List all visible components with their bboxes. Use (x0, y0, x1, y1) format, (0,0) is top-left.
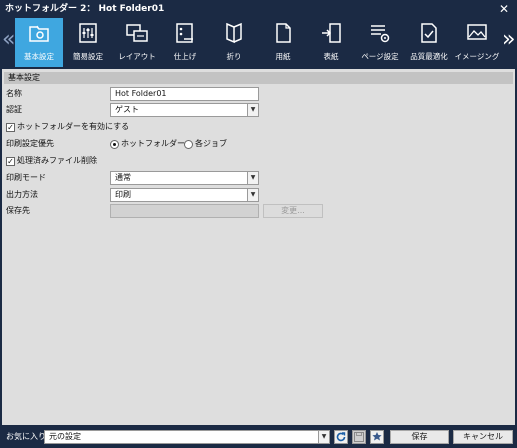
destination-field[interactable] (110, 204, 259, 218)
cover-icon (322, 23, 341, 43)
chevron-down-icon: ▼ (318, 431, 329, 443)
tab-page-settings[interactable]: ページ設定 (356, 18, 404, 67)
priority-job-label: 各ジョブ (195, 139, 227, 148)
auth-select-value: ゲスト (115, 105, 139, 114)
floppy-disk-icon (354, 432, 364, 442)
favorites-label: お気に入り (6, 432, 46, 441)
print-mode-label: 印刷モード (6, 173, 46, 182)
tab-label: 表紙 (323, 52, 339, 61)
settings-panel: 基本設定 名称 Hot Folder01 認証 ゲスト ▼ ✓ ホットフォルダー… (2, 69, 515, 425)
tab-label: 折り (226, 52, 242, 61)
chevron-down-icon: ▼ (247, 172, 258, 184)
section-title: 基本設定 (4, 72, 513, 84)
cancel-button[interactable]: キャンセル (453, 430, 513, 444)
refresh-icon (336, 432, 346, 442)
scroll-left-icon[interactable]: « (2, 26, 15, 56)
delete-processed-label: 処理済みファイル削除 (17, 156, 97, 165)
paper-icon (276, 23, 291, 43)
page-settings-icon (371, 25, 390, 43)
change-button[interactable]: 変更... (263, 204, 323, 218)
tab-label: ページ設定 (361, 52, 399, 61)
save-button[interactable]: 保存 (390, 430, 449, 444)
name-field[interactable]: Hot Folder01 (110, 87, 259, 101)
quality-icon (421, 23, 437, 43)
tab-label: 簡易設定 (73, 52, 103, 61)
enable-label: ホットフォルダーを有効にする (17, 122, 130, 131)
window-title-bar: ホットフォルダー 2： Hot Folder01 ✕ (0, 0, 517, 18)
tab-imaging[interactable]: イメージング (453, 18, 501, 67)
sliders-icon (79, 23, 97, 43)
imaging-icon (467, 24, 487, 40)
star-gear-icon (372, 432, 382, 441)
folder-gear-icon (29, 25, 49, 42)
print-mode-value: 通常 (115, 173, 131, 182)
footer-bar: お気に入り 元の設定 ▼ 保存 キャンセル (0, 425, 517, 448)
close-icon[interactable]: ✕ (497, 2, 511, 16)
favorite-star-button[interactable] (370, 430, 384, 444)
print-mode-select[interactable]: 通常 ▼ (110, 171, 259, 185)
tab-basic-settings[interactable]: 基本設定 (15, 18, 63, 67)
favorites-value: 元の設定 (49, 432, 81, 441)
tab-paper[interactable]: 用紙 (259, 18, 307, 67)
tab-label: 基本設定 (24, 52, 54, 61)
fold-icon (226, 22, 242, 44)
chevron-down-icon: ▼ (247, 104, 258, 116)
finishing-icon (176, 23, 193, 43)
tab-label: 用紙 (275, 52, 291, 61)
tab-finishing[interactable]: 仕上げ (161, 18, 209, 67)
tab-cover[interactable]: 表紙 (307, 18, 355, 67)
delete-processed-checkbox[interactable]: ✓ (6, 157, 15, 166)
output-method-select[interactable]: 印刷 ▼ (110, 188, 259, 202)
tab-label: レイアウト (118, 52, 156, 61)
tab-quick-settings[interactable]: 簡易設定 (64, 18, 112, 67)
tab-label: 仕上げ (173, 52, 197, 61)
tab-quality[interactable]: 品質最適化 (405, 18, 453, 67)
scroll-right-icon[interactable]: » (502, 26, 515, 56)
chevron-down-icon: ▼ (247, 189, 258, 201)
tab-fold[interactable]: 折り (210, 18, 258, 67)
layout-icon (126, 24, 148, 42)
tab-label: 品質最適化 (410, 52, 448, 61)
auth-select[interactable]: ゲスト ▼ (110, 103, 259, 117)
name-label: 名称 (6, 89, 22, 98)
output-method-value: 印刷 (115, 190, 131, 199)
output-method-label: 出力方法 (6, 190, 38, 199)
enable-checkbox[interactable]: ✓ (6, 123, 15, 132)
window-title: ホットフォルダー 2： Hot Folder01 (5, 4, 165, 14)
priority-job-radio[interactable] (184, 140, 193, 149)
favorites-select[interactable]: 元の設定 ▼ (44, 430, 330, 444)
tab-layout[interactable]: レイアウト (113, 18, 161, 67)
auth-label: 認証 (6, 105, 22, 114)
save-favorite-button[interactable] (352, 430, 366, 444)
tab-label: イメージング (454, 52, 500, 61)
destination-label: 保存先 (6, 206, 30, 215)
priority-hotfolder-radio[interactable] (110, 140, 119, 149)
priority-label: 印刷設定優先 (6, 139, 54, 148)
refresh-button[interactable] (334, 430, 348, 444)
priority-hotfolder-label: ホットフォルダー (121, 139, 185, 148)
settings-toolbar: « 基本設定 簡易設定 レイアウト 仕上げ 折り 用紙 表紙 ページ設定 品質最… (0, 18, 517, 67)
